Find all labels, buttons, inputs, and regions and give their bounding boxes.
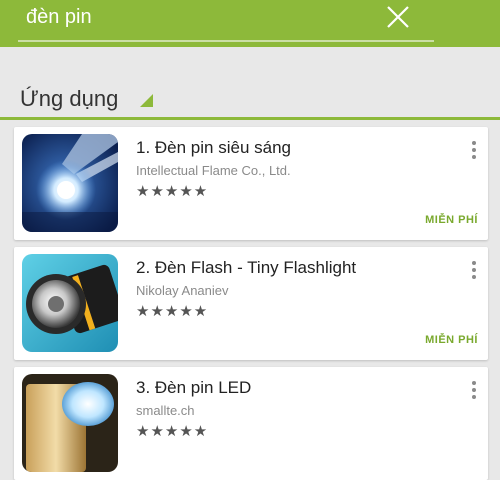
led-torch-icon (22, 374, 118, 472)
section-header[interactable]: Ứng dụng (20, 82, 153, 116)
section-corner-triangle-icon (140, 94, 153, 107)
overflow-dot (472, 380, 476, 385)
app-card-2[interactable]: 2. Đèn Flash - Tiny Flashlight Nikolay A… (14, 247, 488, 360)
overflow-dot (472, 147, 476, 152)
flashlight-beam-icon (22, 134, 118, 232)
app-card-1[interactable]: 1. Đèn pin siêu sáng Intellectual Flame … (14, 127, 488, 240)
app-title: 2. Đèn Flash - Tiny Flashlight (136, 258, 357, 277)
overflow-dot (472, 274, 476, 279)
section-title: Ứng dụng (20, 86, 119, 111)
overflow-menu-button[interactable] (466, 259, 482, 289)
app-title: 1. Đèn pin siêu sáng (136, 138, 291, 157)
app-card-3[interactable]: 3. Đèn pin LED smallte.ch ★★★★★ (14, 367, 488, 480)
overflow-dot (472, 267, 476, 272)
close-icon (387, 6, 409, 28)
torch-lens-icon (22, 254, 118, 352)
overflow-dot (472, 394, 476, 399)
star-rating: ★★★★★ (136, 183, 209, 200)
app-developer: Nikolay Ananiev (136, 283, 229, 298)
app-developer: Intellectual Flame Co., Ltd. (136, 163, 291, 178)
price-label: MIỄN PHÍ (425, 214, 478, 226)
search-query-text: đèn pin (26, 6, 92, 28)
star-rating: ★★★★★ (136, 423, 209, 440)
price-label: MIỄN PHÍ (425, 334, 478, 346)
search-toolbar: đèn pin (0, 0, 500, 47)
overflow-dot (472, 387, 476, 392)
search-input[interactable]: đèn pin (18, 0, 434, 42)
overflow-dot (472, 260, 476, 265)
app-developer: smallte.ch (136, 403, 195, 418)
section-divider (0, 117, 500, 120)
overflow-menu-button[interactable] (466, 139, 482, 169)
overflow-dot (472, 140, 476, 145)
star-rating: ★★★★★ (136, 303, 209, 320)
app-title: 3. Đèn pin LED (136, 378, 252, 397)
clear-search-button[interactable] (378, 0, 418, 34)
overflow-dot (472, 154, 476, 159)
overflow-menu-button[interactable] (466, 379, 482, 409)
